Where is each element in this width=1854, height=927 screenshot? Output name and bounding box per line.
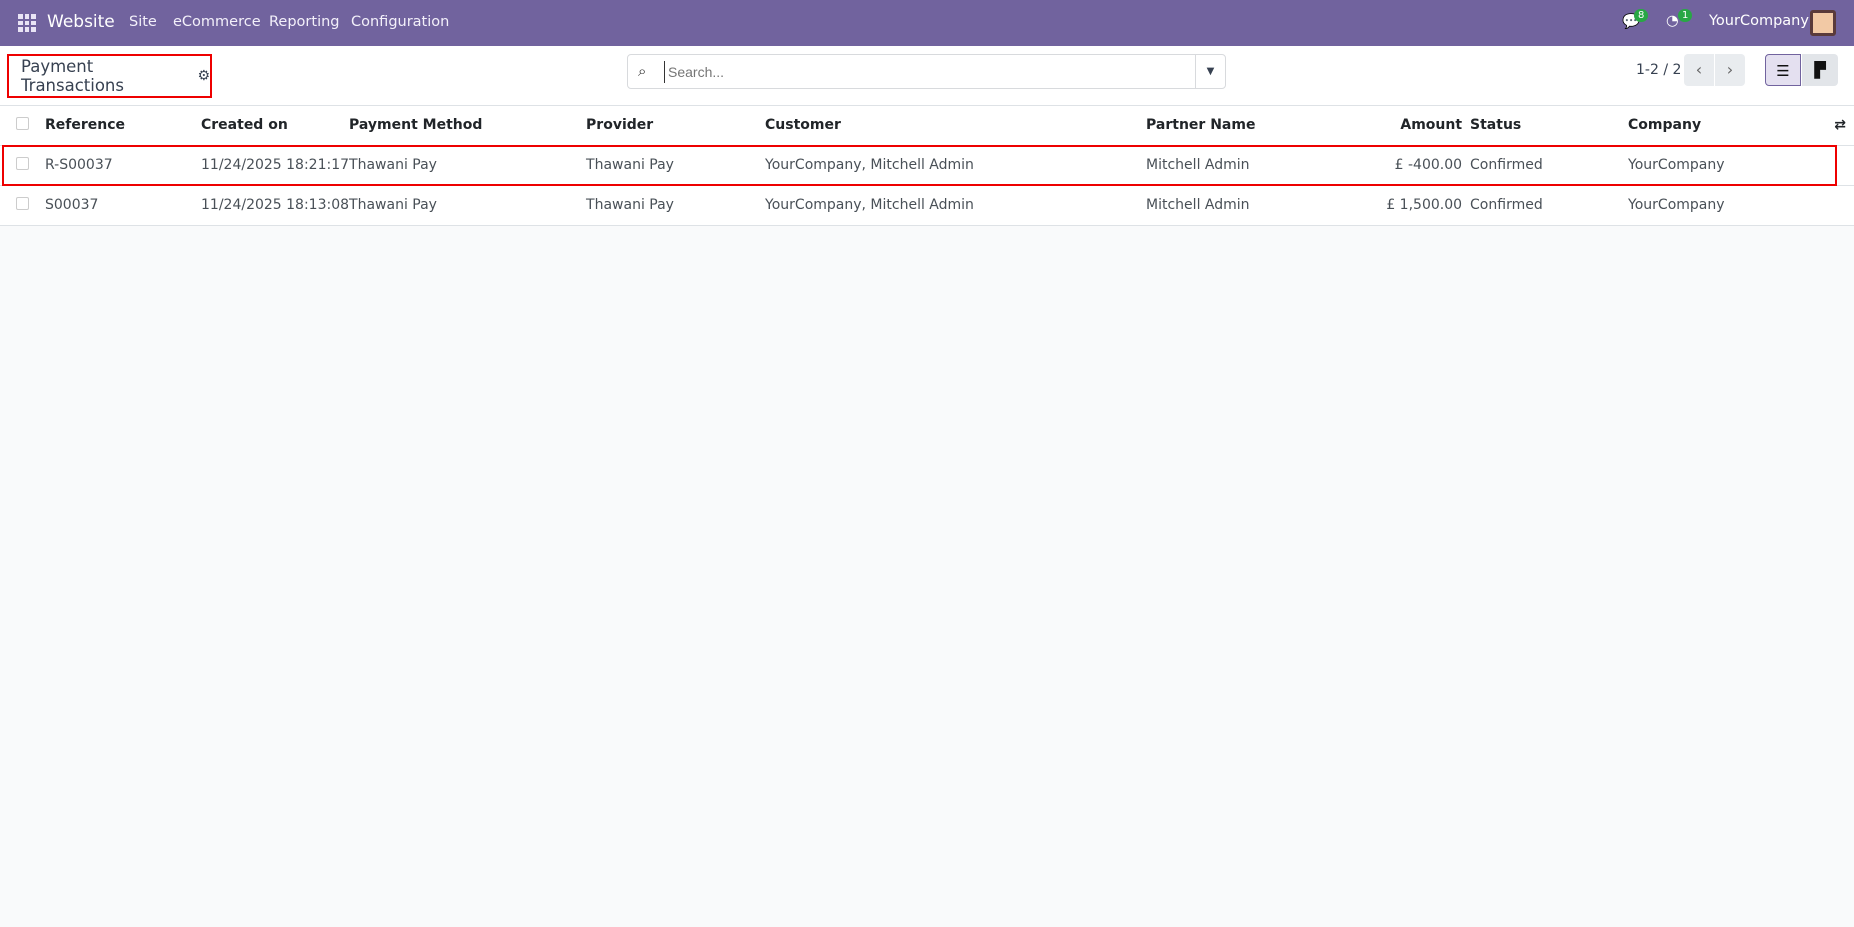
column-amount[interactable]: Amount [1346,106,1471,146]
search-input[interactable] [664,61,1164,83]
column-provider[interactable]: Provider [586,106,766,146]
cell-amount: £ 1,500.00 [1346,185,1471,226]
cell-status: Confirmed [1470,145,1629,186]
menu-reporting[interactable]: Reporting [269,14,340,30]
column-payment-method[interactable]: Payment Method [349,106,587,146]
cell-payment-method: Thawani Pay [349,185,587,226]
column-status[interactable]: Status [1470,106,1629,146]
cell-created-on: 11/24/2025 18:13:08 [201,185,350,226]
table-row[interactable]: R-S00037 11/24/2025 18:21:17 Thawani Pay… [0,145,1854,186]
cell-provider: Thawani Pay [586,185,766,226]
row-checkbox[interactable] [16,156,29,170]
messages-button[interactable]: 💬 8 [1622,9,1649,30]
list-view-button[interactable]: ☰ [1765,54,1801,86]
cell-customer: YourCompany, Mitchell Admin [765,145,1147,186]
search-options-toggle[interactable]: ▼ [1195,55,1225,88]
cell-provider: Thawani Pay [586,145,766,186]
column-created-on[interactable]: Created on [201,106,350,146]
page-title: Payment Transactions [21,57,124,95]
pager-previous-button[interactable]: ‹ [1684,54,1714,86]
top-navbar: Website Site eCommerce Reporting Configu… [0,0,1854,46]
column-company[interactable]: Company [1628,106,1815,146]
menu-configuration[interactable]: Configuration [351,14,449,30]
menu-ecommerce[interactable]: eCommerce [173,14,261,30]
company-switcher[interactable]: YourCompany [1709,13,1809,29]
gear-icon[interactable]: ⚙ [197,68,210,84]
user-avatar[interactable] [1810,10,1836,36]
search-icon: ⌕ [638,62,647,80]
cell-reference: S00037 [45,185,201,226]
cell-status: Confirmed [1470,185,1629,226]
activities-button[interactable]: ◔ 1 [1666,9,1693,29]
select-all-checkbox[interactable] [16,116,29,130]
optional-columns-icon[interactable]: ⇄ [1834,117,1846,133]
search-bar: ⌕ ▼ [627,54,1226,89]
cell-company: YourCompany [1628,185,1815,226]
breadcrumb: Payment Transactions ⚙ [7,54,212,98]
kanban-view-button[interactable]: ▛ [1802,54,1838,86]
table-header: Reference Created on Payment Method Prov… [0,106,1854,146]
activities-badge: 1 [1678,9,1693,22]
row-checkbox[interactable] [16,196,29,210]
cell-created-on: 11/24/2025 18:21:17 [201,145,350,186]
messages-badge: 8 [1634,9,1649,22]
transactions-table: Reference Created on Payment Method Prov… [0,106,1854,226]
column-partner-name[interactable]: Partner Name [1146,106,1347,146]
cell-customer: YourCompany, Mitchell Admin [765,185,1147,226]
cell-partner-name: Mitchell Admin [1146,185,1347,226]
column-customer[interactable]: Customer [765,106,1147,146]
menu-site[interactable]: Site [129,14,157,30]
table-row[interactable]: S00037 11/24/2025 18:13:08 Thawani Pay T… [0,185,1854,226]
pager-value[interactable]: 1-2 / 2 [1636,62,1681,78]
control-panel: Payment Transactions ⚙ ⌕ ▼ 1-2 / 2 ‹ › ☰… [0,46,1854,106]
column-reference[interactable]: Reference [45,106,201,146]
cell-reference: R-S00037 [45,145,201,186]
cell-amount: £ -400.00 [1346,145,1471,186]
cell-company: YourCompany [1628,145,1815,186]
clock-icon: ◔ [1666,13,1679,29]
cell-partner-name: Mitchell Admin [1146,145,1347,186]
app-name[interactable]: Website [47,12,115,32]
cell-payment-method: Thawani Pay [349,145,587,186]
pager-next-button[interactable]: › [1715,54,1745,86]
apps-menu-icon[interactable] [18,14,36,32]
